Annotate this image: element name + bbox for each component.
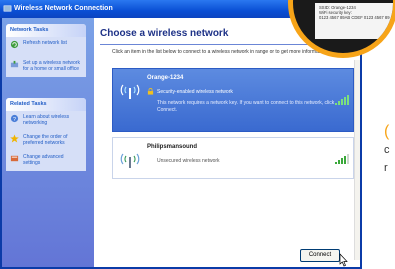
signal-strength-icon [335, 154, 349, 164]
svg-text:?: ? [13, 117, 16, 123]
network-list-item[interactable]: Philipsmansound Unsecured wireless netwo… [112, 137, 354, 179]
wireless-icon [3, 5, 12, 12]
task-label: Set up a wireless network for a home or … [23, 60, 80, 72]
network-security-status: Unsecured wireless network [157, 158, 220, 164]
star-icon [10, 134, 19, 143]
network-name: Philipsmansound [147, 144, 198, 150]
side-text-line: r [384, 162, 388, 174]
signal-strength-icon [335, 95, 349, 105]
refresh-icon [10, 40, 19, 49]
lock-icon [147, 88, 154, 95]
network-tasks-group: Network Tasks Refresh network list Set u… [6, 24, 86, 77]
network-list-item-selected[interactable]: Orange-1234 Security-enabled wireless ne… [112, 68, 354, 132]
task-label: Change the order of preferred networks [23, 134, 68, 146]
task-change-order[interactable]: Change the order of preferred networks [6, 131, 86, 151]
wireless-antenna-icon [120, 84, 140, 99]
network-detail-text: This network requires a network key. If … [157, 100, 335, 113]
setup-wireless-icon [10, 60, 19, 68]
mouse-cursor-icon [339, 253, 348, 267]
task-learn-wireless[interactable]: ? Learn about wireless networking [6, 111, 86, 131]
related-tasks-group: Related Tasks ? Learn about wireless net… [6, 98, 86, 171]
sticker-line: 0123 4567 89AB CDEF 0123 4567 89 [319, 15, 390, 20]
network-name: Orange-1234 [147, 75, 184, 81]
network-security-status: Security-enabled wireless network [157, 89, 233, 95]
task-setup-wireless[interactable]: Set up a wireless network for a home or … [6, 57, 86, 77]
related-tasks-header[interactable]: Related Tasks [6, 98, 86, 111]
connect-button[interactable]: Connect [300, 249, 340, 262]
side-paren: ( [384, 123, 390, 140]
window-title: Wireless Network Connection [14, 5, 113, 12]
task-label: Learn about wireless networking [23, 114, 70, 126]
settings-icon [10, 155, 19, 162]
task-label: Change advanced settings [23, 154, 64, 166]
network-tasks-header[interactable]: Network Tasks [6, 24, 86, 37]
help-icon: ? [10, 114, 19, 123]
wireless-antenna-icon [120, 153, 140, 168]
side-text-line: c [384, 144, 390, 156]
network-list-scrollbar[interactable] [354, 60, 360, 260]
page-title: Choose a wireless network [100, 28, 229, 39]
router-label-sticker: SSID: Orange-1234 WiFi security key: 012… [315, 3, 393, 39]
task-label: Refresh network list [23, 40, 67, 46]
task-refresh-network-list[interactable]: Refresh network list [6, 37, 86, 57]
task-advanced-settings[interactable]: Change advanced settings [6, 151, 86, 171]
